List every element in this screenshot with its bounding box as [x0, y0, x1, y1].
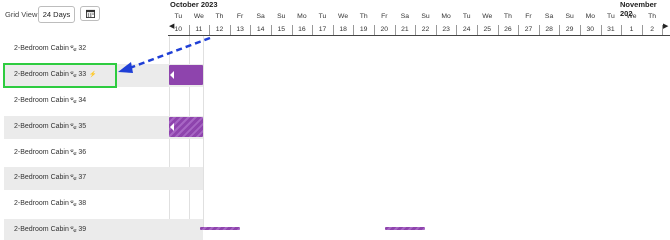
annotation-arrow [118, 36, 211, 73]
